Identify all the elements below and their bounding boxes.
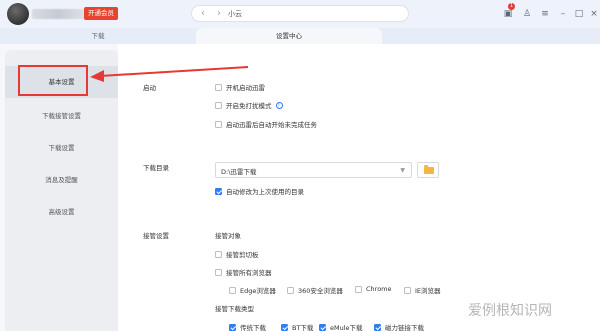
option-browser-ie[interactable]: IE浏览器 bbox=[404, 285, 441, 295]
chevron-down-icon: ▼ bbox=[400, 167, 405, 174]
tab-download[interactable]: 下载 bbox=[0, 28, 196, 44]
settings-panel: 启动 开机启动迅雷 开启免打扰模式 i 启动迅雷后自动开始未完成任务 下载目录 … bbox=[118, 44, 600, 331]
notification-badge: 1 bbox=[508, 3, 515, 10]
browse-folder-button[interactable] bbox=[417, 162, 439, 178]
option-label: 自动修改为上次使用的目录 bbox=[226, 188, 304, 196]
info-icon[interactable]: i bbox=[275, 101, 283, 109]
maximize-icon[interactable]: □ bbox=[573, 8, 585, 20]
title-bar: 开通会员 小云 ‹ › ▣ 1 ♙ ≡ – □ × bbox=[0, 0, 600, 28]
option-label: 开启免打扰模式 bbox=[226, 102, 272, 110]
avatar[interactable] bbox=[7, 3, 29, 25]
annotation-highlight-box bbox=[18, 65, 88, 96]
minimize-icon[interactable]: – bbox=[557, 8, 569, 20]
tab-settings[interactable]: 设置中心 bbox=[196, 28, 382, 44]
sidebar-item-messages[interactable]: 消息及提醒 bbox=[5, 164, 118, 196]
sidebar-item-download[interactable]: 下载设置 bbox=[5, 132, 118, 164]
checkbox[interactable] bbox=[229, 286, 236, 294]
section-takeover-label: 接管设置 bbox=[143, 232, 169, 240]
option-label: Edge浏览器 bbox=[240, 287, 276, 295]
option-takeover-clipboard[interactable]: 接管剪切板 bbox=[215, 249, 259, 259]
option-label: 360安全浏览器 bbox=[298, 287, 343, 295]
option-label: 传统下载 bbox=[240, 324, 266, 331]
option-browser-edge[interactable]: Edge浏览器 bbox=[229, 285, 276, 295]
option-label: 接管所有浏览器 bbox=[226, 269, 272, 277]
checkbox[interactable] bbox=[215, 101, 222, 109]
menu-icon[interactable]: ≡ bbox=[539, 8, 551, 20]
folder-icon bbox=[424, 165, 434, 174]
option-label: 磁力链接下载 bbox=[385, 324, 424, 331]
takeover-type-heading: 接管下载类型 bbox=[215, 305, 254, 313]
option-label: BT下载 bbox=[292, 324, 314, 331]
vip-button[interactable]: 开通会员 bbox=[84, 7, 118, 20]
sidebar-item-advanced[interactable]: 高级设置 bbox=[5, 196, 118, 228]
checkbox-checked[interactable] bbox=[319, 323, 326, 331]
forward-arrow-icon[interactable]: › bbox=[212, 6, 226, 22]
option-label: eMule下载 bbox=[330, 324, 363, 331]
option-takeover-all-browsers[interactable]: 接管所有浏览器 bbox=[215, 267, 272, 277]
watermark-text: 爱例根知识网 bbox=[468, 303, 552, 319]
checkbox[interactable] bbox=[215, 250, 222, 258]
checkbox-checked[interactable] bbox=[374, 323, 381, 331]
option-label: 启动迅雷后自动开始未完成任务 bbox=[226, 121, 317, 129]
checkbox-checked[interactable] bbox=[215, 187, 222, 195]
username-blurred bbox=[32, 9, 84, 19]
checkbox[interactable] bbox=[215, 268, 222, 276]
option-browser-chrome[interactable]: Chrome bbox=[355, 285, 392, 293]
checkbox[interactable] bbox=[215, 120, 222, 128]
option-label: IE浏览器 bbox=[415, 287, 441, 295]
checkbox[interactable] bbox=[404, 286, 411, 294]
sidebar-item-takeover[interactable]: 下载接管设置 bbox=[5, 100, 118, 132]
section-download-dir-label: 下载目录 bbox=[143, 164, 169, 172]
checkbox[interactable] bbox=[355, 285, 362, 293]
checkbox-checked[interactable] bbox=[281, 323, 288, 331]
option-browser-360[interactable]: 360安全浏览器 bbox=[287, 285, 343, 295]
checkbox[interactable] bbox=[287, 286, 294, 294]
shirt-icon[interactable]: ♙ bbox=[521, 8, 533, 20]
takeover-target-heading: 接管对象 bbox=[215, 232, 241, 240]
option-do-not-disturb[interactable]: 开启免打扰模式 i bbox=[215, 100, 283, 110]
download-dir-value: D:\迅雷下载 bbox=[221, 168, 257, 176]
search-text: 小云 bbox=[228, 10, 242, 18]
option-type-magnet[interactable]: 磁力链接下载 bbox=[374, 322, 424, 331]
back-arrow-icon[interactable]: ‹ bbox=[196, 6, 210, 22]
option-auto-modify-dir[interactable]: 自动修改为上次使用的目录 bbox=[215, 186, 304, 196]
checkbox-checked[interactable] bbox=[229, 323, 236, 331]
tab-bar: 下载 设置中心 bbox=[0, 28, 600, 44]
option-type-bt[interactable]: BT下载 bbox=[281, 322, 313, 331]
annotation-arrow bbox=[90, 66, 249, 82]
option-label: 接管剪切板 bbox=[226, 251, 259, 259]
option-label: Chrome bbox=[366, 285, 392, 293]
download-dir-select[interactable]: D:\迅雷下载 ▼ bbox=[215, 162, 412, 178]
option-type-emule[interactable]: eMule下载 bbox=[319, 322, 363, 331]
option-type-traditional[interactable]: 传统下载 bbox=[229, 322, 266, 331]
close-icon[interactable]: × bbox=[588, 8, 600, 20]
option-auto-resume[interactable]: 启动迅雷后自动开始未完成任务 bbox=[215, 119, 317, 129]
